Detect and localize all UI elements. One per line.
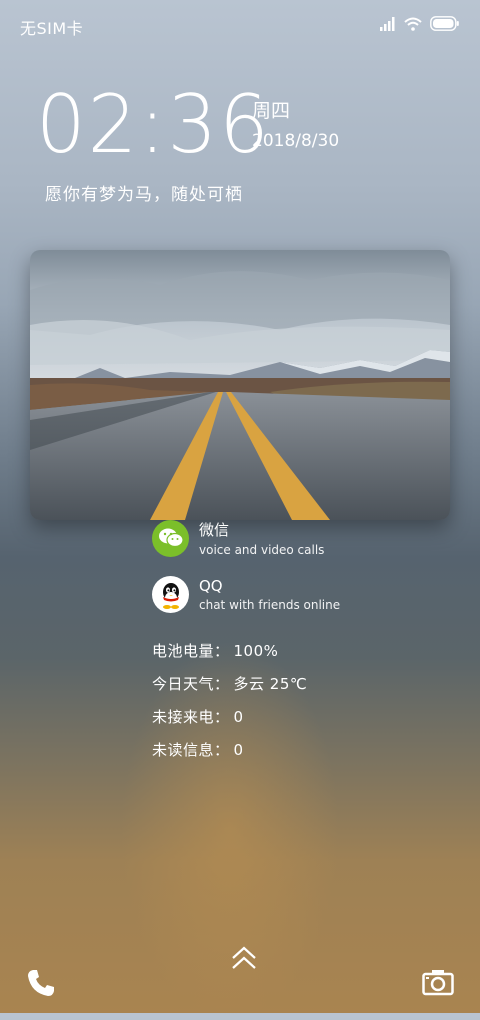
date-block: 周四 2018/8/30 <box>252 96 339 151</box>
clock-time: 02:36 <box>36 78 271 172</box>
info-label: 今日天气： <box>152 675 230 693</box>
info-missed-calls: 未接来电： 0 <box>152 706 244 727</box>
info-unread-messages: 未读信息： 0 <box>152 739 244 760</box>
info-weather: 今日天气： 多云 25℃ <box>152 673 307 694</box>
qq-icon <box>152 576 189 613</box>
wechat-icon <box>152 519 189 557</box>
notification-qq[interactable]: QQ chat with friends online <box>152 576 340 613</box>
wallpaper-photo-card[interactable] <box>30 250 450 520</box>
notification-title: QQ <box>199 577 223 595</box>
info-label: 电池电量： <box>152 642 230 660</box>
carrier-label: 无SIM卡 <box>20 19 84 38</box>
info-value: 0 <box>233 708 244 726</box>
notification-wechat[interactable]: 微信 voice and video calls <box>152 519 324 557</box>
camera-icon[interactable] <box>422 968 454 996</box>
info-value: 0 <box>233 741 244 759</box>
status-bar: 无SIM卡 <box>0 0 480 50</box>
wifi-icon <box>404 16 422 35</box>
info-label: 未接来电： <box>152 708 230 726</box>
phone-icon[interactable] <box>26 968 56 998</box>
motto-text: 愿你有梦为马，随处可栖 <box>45 185 243 205</box>
notification-title: 微信 <box>199 521 230 539</box>
notification-text: chat with friends online <box>199 598 341 612</box>
signal-icon <box>380 16 396 35</box>
status-icons <box>380 15 460 35</box>
info-value: 100% <box>233 642 279 660</box>
unlock-chevron-icon[interactable] <box>229 945 259 971</box>
info-battery: 电池电量： 100% <box>152 640 278 661</box>
notification-text: voice and video calls <box>199 543 325 557</box>
road-landscape-image <box>30 250 450 520</box>
weekday-label: 周四 <box>252 100 291 122</box>
date-label: 2018/8/30 <box>252 131 340 151</box>
info-label: 未读信息： <box>152 741 230 759</box>
info-value: 多云 25℃ <box>233 675 308 693</box>
battery-icon <box>430 15 460 35</box>
